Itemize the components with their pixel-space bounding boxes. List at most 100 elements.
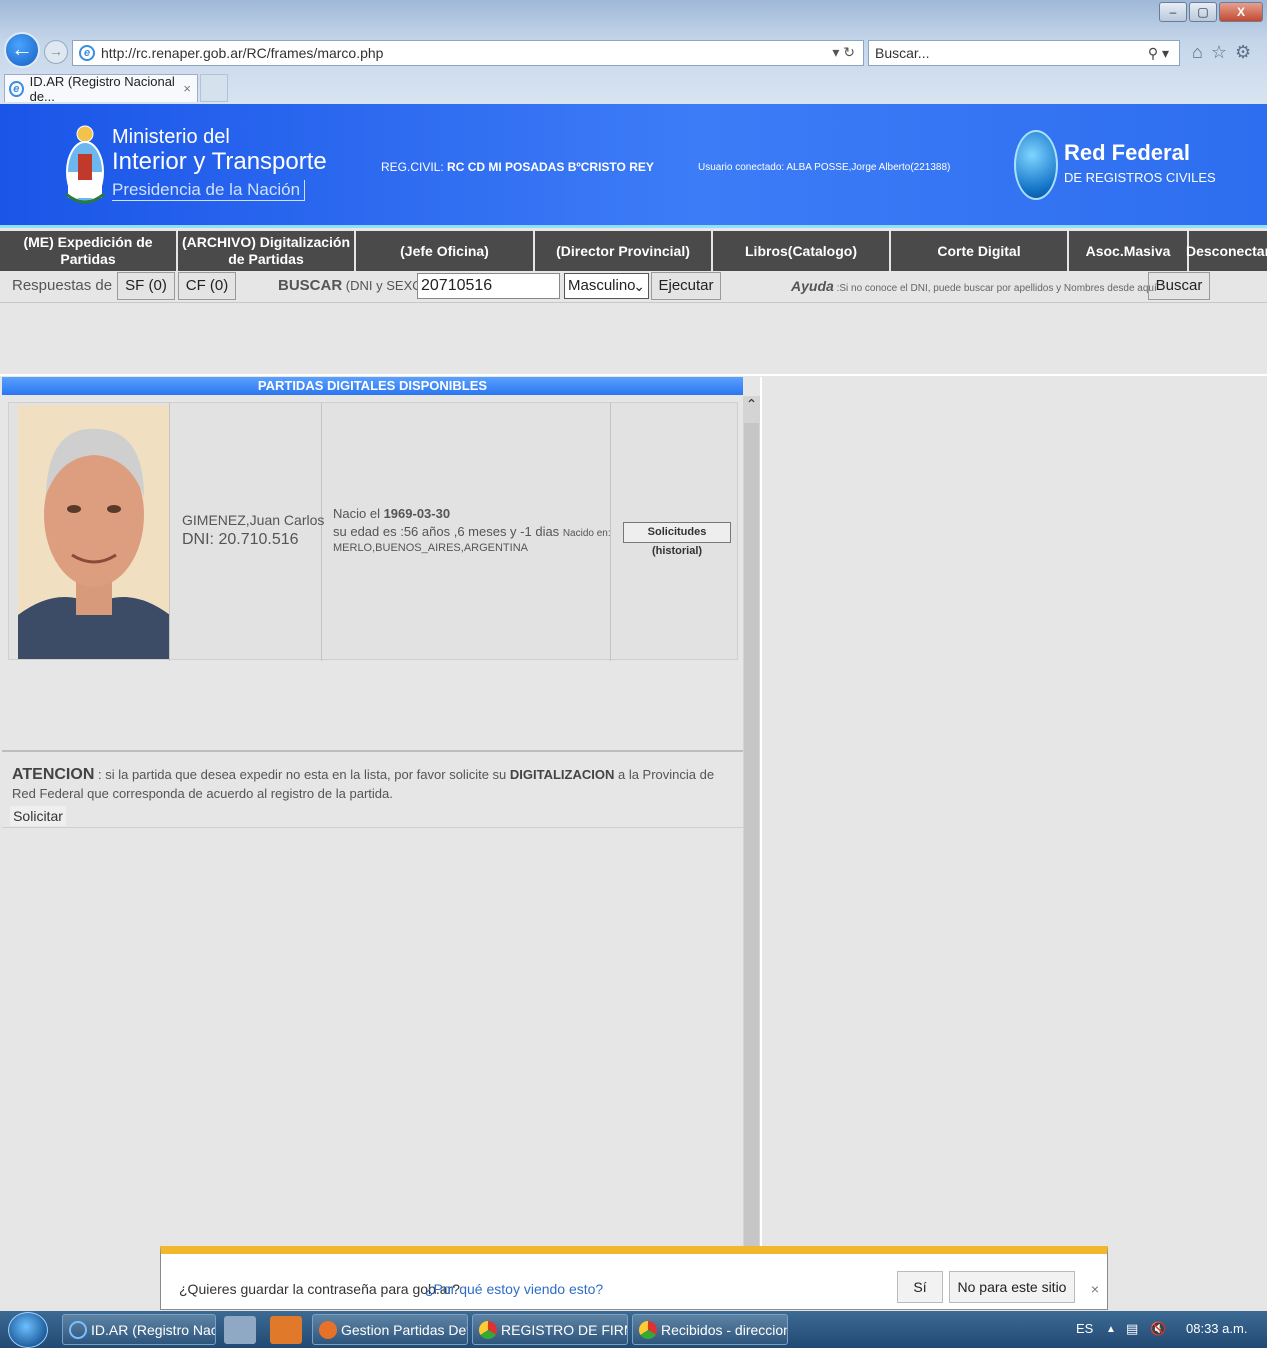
nav-asoc-masiva[interactable]: Asoc.Masiva bbox=[1069, 231, 1189, 271]
sf-button[interactable]: SF (0) bbox=[117, 272, 175, 300]
ayuda-hint: Ayuda :Si no conoce el DNI, puede buscar… bbox=[791, 278, 1157, 294]
nav-desconectar[interactable]: Desconectar bbox=[1186, 231, 1267, 271]
search-placeholder: Buscar... bbox=[875, 45, 930, 61]
gear-icon[interactable]: ⚙ bbox=[1235, 42, 1251, 63]
buscar-label: BUSCAR (DNI y SEXO) bbox=[278, 277, 427, 294]
close-icon[interactable]: × bbox=[1091, 1281, 1099, 1297]
back-arrow-icon[interactable]: ← bbox=[4, 32, 40, 68]
connected-user: Usuario conectado: ALBA POSSE,Jorge Albe… bbox=[698, 162, 951, 173]
favorites-star-icon[interactable]: ☆ bbox=[1211, 42, 1227, 63]
taskbar-label: Recibidos - direccion... bbox=[661, 1321, 787, 1338]
atencion-title: ATENCION bbox=[12, 766, 95, 783]
panel-divider bbox=[760, 377, 762, 1247]
ministerio-line1: Ministerio del bbox=[112, 126, 230, 148]
age-text: su edad es :56 años ,6 meses y -1 dias bbox=[333, 524, 563, 539]
dni-input[interactable]: 20710516 bbox=[417, 273, 560, 299]
atencion-text1: : si la partida que desea expedir no est… bbox=[94, 767, 510, 782]
network-icon[interactable]: ▤ bbox=[1126, 1321, 1138, 1337]
birth-place: MERLO,BUENOS_AIRES,ARGENTINA bbox=[333, 542, 528, 554]
taskbar-label: Gestion Partidas Def... bbox=[341, 1321, 468, 1338]
respuestas-prefix: Respuestas de bbox=[12, 277, 117, 294]
buscar-button[interactable]: Buscar bbox=[1148, 272, 1210, 300]
nav-libros-catalogo[interactable]: Libros(Catalogo) bbox=[713, 231, 891, 271]
taskbar-item-chrome-recibidos[interactable]: Recibidos - direccion... bbox=[632, 1314, 788, 1345]
tab-title: ID.AR (Registro Nacional de... bbox=[29, 73, 175, 104]
birth-date: Nacio el 1969-03-30 bbox=[333, 506, 450, 521]
forward-arrow-icon[interactable]: → bbox=[44, 40, 68, 64]
cf-button[interactable]: CF (0) bbox=[178, 272, 236, 300]
volume-muted-icon[interactable]: 🔇 bbox=[1150, 1321, 1166, 1337]
maximize-button[interactable]: ▢ bbox=[1189, 2, 1217, 22]
birth-prefix: Nacio el bbox=[333, 506, 384, 521]
sexo-value: Masculino bbox=[568, 277, 636, 294]
cell-divider bbox=[169, 403, 170, 661]
taskbar-item-chrome-registro[interactable]: REGISTRO DE FIRMA... bbox=[472, 1314, 628, 1345]
nav-director-provincial[interactable]: (Director Provincial) bbox=[535, 231, 713, 271]
minimize-button[interactable]: – bbox=[1159, 2, 1187, 22]
solicitudes-historial-button[interactable]: Solicitudes (historial) bbox=[623, 522, 731, 557]
home-icon[interactable]: ⌂ bbox=[1192, 42, 1203, 63]
nav-corte-digital[interactable]: Corte Digital bbox=[891, 231, 1069, 271]
site-banner: Ministerio del Interior y Transporte Pre… bbox=[0, 104, 1267, 228]
search-icon[interactable]: ⚲ ▾ bbox=[1148, 41, 1169, 65]
birth-date-value: 1969-03-30 bbox=[383, 506, 451, 521]
clock[interactable]: 08:33 a.m. bbox=[1186, 1321, 1247, 1336]
new-tab-button[interactable] bbox=[200, 74, 228, 102]
close-tab-icon[interactable]: × bbox=[183, 81, 191, 96]
partidas-header: PARTIDAS DIGITALES DISPONIBLES bbox=[2, 377, 743, 395]
red-federal-title: Red Federal bbox=[1064, 140, 1190, 165]
chrome-icon bbox=[639, 1320, 657, 1339]
regcivil-value: RC CD MI POSADAS BºCRISTO REY bbox=[447, 160, 654, 174]
solicitar-button[interactable]: Solicitar bbox=[10, 806, 66, 826]
close-window-button[interactable]: X bbox=[1219, 2, 1263, 22]
ejecutar-button[interactable]: Ejecutar bbox=[651, 272, 721, 300]
media-player-icon[interactable] bbox=[270, 1316, 302, 1344]
why-link[interactable]: ¿Por qué estoy viendo esto? bbox=[425, 1281, 603, 1297]
ie-icon: e bbox=[79, 45, 95, 61]
password-save-bar: ¿Quieres guardar la contraseña para gob.… bbox=[160, 1246, 1108, 1310]
ministerio-line3: Presidencia de la Nación bbox=[112, 180, 306, 201]
browser-search-input[interactable]: Buscar... ⚲ ▾ bbox=[868, 40, 1180, 66]
address-bar[interactable]: e http://rc.renaper.gob.ar/RC/frames/mar… bbox=[72, 40, 864, 66]
save-password-yes-button[interactable]: Sí bbox=[897, 1271, 943, 1303]
tray-expand-icon[interactable]: ▲ bbox=[1106, 1324, 1116, 1335]
section-divider bbox=[0, 374, 1267, 376]
taskbar-item-firefox[interactable]: Gestion Partidas Def... bbox=[312, 1314, 468, 1345]
ayuda-label: Ayuda bbox=[791, 278, 834, 294]
sexo-select[interactable]: Masculino ⌄ bbox=[564, 273, 649, 299]
browser-tab-active[interactable]: e ID.AR (Registro Nacional de... × bbox=[4, 73, 198, 104]
national-crest-icon bbox=[65, 125, 105, 204]
atencion-text: ATENCION : si la partida que desea exped… bbox=[12, 765, 732, 803]
file-explorer-icon[interactable] bbox=[224, 1316, 256, 1344]
regcivil-prefix: REG.CIVIL: bbox=[381, 160, 448, 174]
language-indicator[interactable]: ES bbox=[1076, 1321, 1093, 1336]
browser-chrome: – ▢ X ← → e http://rc.renaper.gob.ar/RC/… bbox=[0, 0, 1267, 104]
scrollbar-thumb[interactable] bbox=[744, 423, 759, 1246]
person-dni: DNI: 20.710.516 bbox=[182, 531, 299, 548]
nav-expedicion-partidas[interactable]: (ME) Expedición de Partidas bbox=[0, 231, 178, 271]
start-button[interactable] bbox=[8, 1312, 48, 1348]
buscar-bold: BUSCAR bbox=[278, 277, 343, 294]
chevron-down-icon: ⌄ bbox=[633, 278, 645, 294]
red-federal-subtitle: DE REGISTROS CIVILES bbox=[1064, 170, 1216, 185]
password-question: ¿Quieres guardar la contraseña para gob.… bbox=[179, 1281, 460, 1297]
taskbar: ID.AR (Registro Naci... Gestion Partidas… bbox=[0, 1311, 1267, 1348]
save-password-no-button[interactable]: No para este sitio bbox=[949, 1271, 1075, 1303]
taskbar-item-idar[interactable]: ID.AR (Registro Naci... bbox=[62, 1314, 216, 1345]
taskbar-label: ID.AR (Registro Naci... bbox=[91, 1321, 216, 1338]
globe-logo-icon bbox=[1014, 130, 1058, 200]
taskbar-label: REGISTRO DE FIRMA... bbox=[501, 1321, 627, 1338]
ie-icon bbox=[69, 1320, 87, 1339]
nacido-en-label: Nacido en: bbox=[562, 528, 611, 539]
buscar-hint: (DNI y SEXO) bbox=[342, 278, 427, 293]
firefox-icon bbox=[319, 1320, 337, 1339]
ie-icon: e bbox=[9, 80, 24, 97]
scroll-up-icon[interactable]: ⌃ bbox=[743, 396, 760, 416]
ministerio-line2: Interior y Transporte bbox=[112, 148, 327, 175]
nav-digitalizacion[interactable]: (ARCHIVO) Digitalización de Partidas bbox=[178, 231, 356, 271]
registro-civil-label: REG.CIVIL: RC CD MI POSADAS BºCRISTO REY bbox=[381, 160, 654, 174]
chrome-icon bbox=[479, 1320, 497, 1339]
nav-jefe-oficina[interactable]: (Jefe Oficina) bbox=[356, 231, 535, 271]
atencion-digitalizacion: DIGITALIZACION bbox=[509, 767, 615, 782]
refresh-icon[interactable]: ▾ ↻ bbox=[832, 44, 855, 61]
